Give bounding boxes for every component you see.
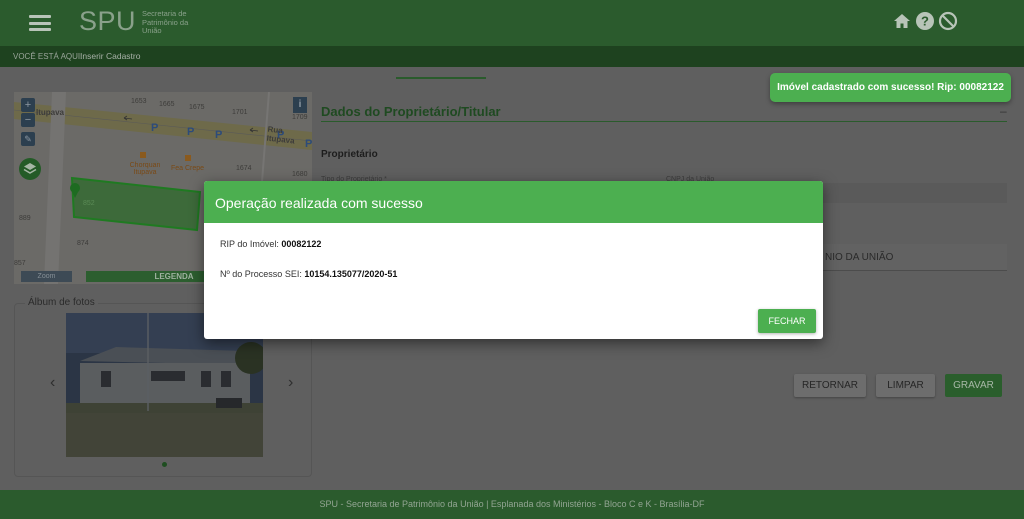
edit-pencil-icon[interactable]: ✎ xyxy=(21,132,35,146)
sei-value: 10154.135077/2020-51 xyxy=(304,269,398,279)
album-pagination-dot[interactable] xyxy=(162,462,167,467)
sei-label: Nº do Processo SEI: xyxy=(220,269,302,279)
lot-number: 1675 xyxy=(189,104,205,111)
active-tab-indicator xyxy=(396,77,486,79)
lot-number: 852 xyxy=(83,200,95,207)
help-icon[interactable]: ? xyxy=(915,11,935,31)
zoom-in-button[interactable]: + xyxy=(21,98,35,112)
svg-text:P: P xyxy=(187,126,194,138)
zoom-out-button[interactable]: − xyxy=(21,113,35,127)
sei-row: Nº do Processo SEI: 10154.135077/2020-51 xyxy=(220,269,397,279)
section-title: Dados do Proprietário/Titular xyxy=(321,104,501,119)
top-bar: SPU Secretaria de Patrimônio da União ? xyxy=(0,0,1024,46)
owner-name-field[interactable]: NIO DA UNIÃO xyxy=(822,244,1007,271)
svg-text:P: P xyxy=(151,122,158,134)
gravar-button[interactable]: GRAVAR xyxy=(945,374,1002,397)
lot-number: 1665 xyxy=(159,101,175,108)
footer: SPU - Secretaria de Patrimônio da União … xyxy=(0,490,1024,519)
retornar-button[interactable]: RETORNAR xyxy=(794,374,866,397)
svg-text:P: P xyxy=(215,129,222,141)
place-label: Chorquan Itupava xyxy=(129,162,161,176)
rip-label: RIP do Imóvel: xyxy=(220,239,279,249)
success-modal: Operação realizada com sucesso RIP do Im… xyxy=(204,181,823,339)
modal-title: Operação realizada com sucesso xyxy=(204,181,823,223)
lot-number: 1709 xyxy=(292,114,308,121)
success-toast: Imóvel cadastrado com sucesso! Rip: 0008… xyxy=(770,73,1011,102)
lot-number: 1653 xyxy=(131,98,147,105)
zoom-button[interactable]: Zoom xyxy=(21,271,72,282)
info-button[interactable]: i xyxy=(293,97,307,113)
hamburger-menu-icon[interactable] xyxy=(29,15,51,31)
breadcrumb-label: VOCÊ ESTÁ AQUI: xyxy=(13,52,83,61)
album-prev-arrow[interactable]: ‹ xyxy=(50,374,55,392)
lot-number: 857 xyxy=(14,260,26,267)
rip-value: 00082122 xyxy=(281,239,322,249)
layers-icon[interactable] xyxy=(19,158,41,180)
album-next-arrow[interactable]: › xyxy=(288,374,293,392)
home-icon[interactable] xyxy=(892,11,912,31)
collapse-button[interactable]: – xyxy=(1000,104,1007,118)
lot-number: 1680 xyxy=(292,171,308,178)
breadcrumb: VOCÊ ESTÁ AQUI: Inserir Cadastro xyxy=(0,46,1024,67)
street-label-left: Itupava xyxy=(36,108,65,117)
fechar-button[interactable]: FECHAR xyxy=(758,309,816,333)
place-label: Fea Crepe xyxy=(171,165,205,172)
section-divider xyxy=(321,121,1007,122)
rip-row: RIP do Imóvel: 00082122 xyxy=(220,239,321,249)
logo-subtitle: Secretaria de Patrimônio da União xyxy=(142,9,189,35)
svg-text:?: ? xyxy=(921,14,929,29)
breadcrumb-current[interactable]: Inserir Cadastro xyxy=(80,51,140,61)
lot-number: 1701 xyxy=(232,109,248,116)
block-icon[interactable] xyxy=(938,11,958,31)
lot-number: 889 xyxy=(19,215,31,222)
cnpj-field[interactable] xyxy=(822,183,1007,203)
lot-number: 874 xyxy=(77,240,89,247)
limpar-button[interactable]: LIMPAR xyxy=(876,374,935,397)
album-title: Álbum de fotos xyxy=(25,297,98,308)
lot-number: 1674 xyxy=(236,165,252,172)
logo: SPU xyxy=(79,6,137,36)
subsection-title: Proprietário xyxy=(321,149,378,160)
